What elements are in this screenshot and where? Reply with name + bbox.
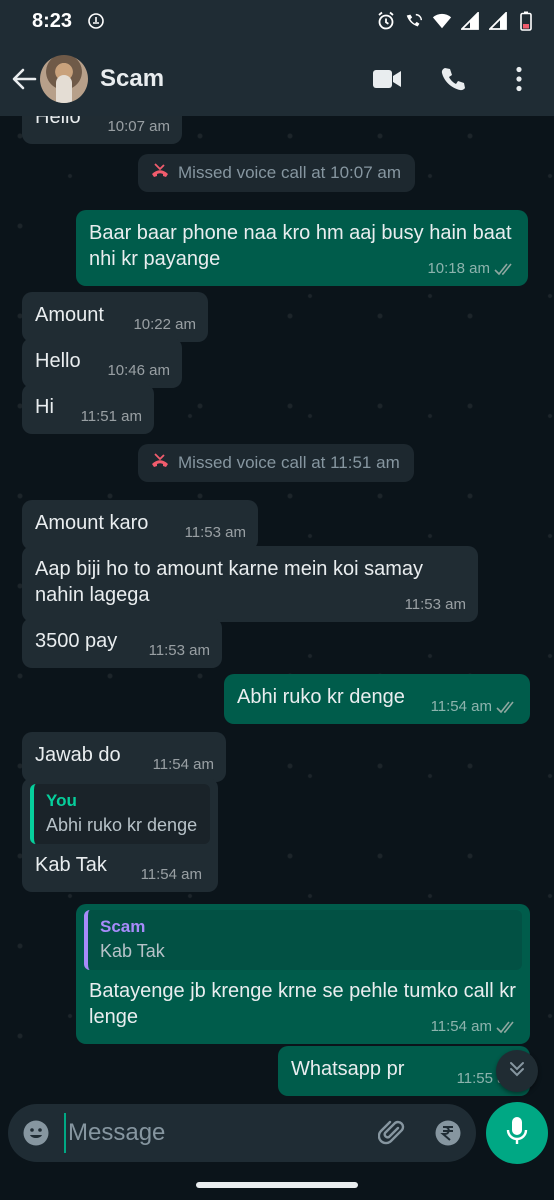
alarm-icon <box>376 11 396 31</box>
message-bubble[interactable]: 3500 pay 11:53 am <box>22 618 222 668</box>
message-time: 11:54 am <box>431 694 518 720</box>
mic-button[interactable] <box>486 1102 548 1164</box>
message-text: Amount <box>35 304 104 326</box>
time-label: 11:54 am <box>430 698 492 715</box>
message-input[interactable] <box>64 1113 378 1153</box>
reply-message-bubble[interactable]: Scam Kab Tak Batayenge jb krenge krne se… <box>76 904 530 1044</box>
avatar[interactable] <box>40 55 88 103</box>
message-bubble[interactable]: Abhi ruko kr denge 11:54 am <box>224 674 530 724</box>
time-label: 11:54 am <box>152 756 214 773</box>
time-label: 11:53 am <box>184 524 246 541</box>
missed-call-icon <box>150 161 170 186</box>
signal-icon-2 <box>488 11 508 31</box>
message-bubble[interactable]: Amount 10:22 am <box>22 292 208 342</box>
message-text: Hello <box>35 116 81 128</box>
message-time: 11:54 am <box>153 752 214 778</box>
double-tick-icon <box>496 1020 518 1034</box>
chat-area[interactable]: Hello 10:07 am Missed voice call at 10:0… <box>0 116 554 1100</box>
message-time: 11:54 am <box>431 1014 518 1040</box>
message-time: 11:51 am <box>81 404 142 430</box>
message-bubble[interactable]: Aap biji ho to amount karne mein koi sam… <box>22 546 478 622</box>
time-label: 10:18 am <box>427 260 490 277</box>
time-label: 11:51 am <box>80 408 142 425</box>
compose-bar <box>0 1100 554 1200</box>
message-bubble[interactable]: Hello 10:46 am <box>22 338 182 388</box>
message-bubble[interactable]: Jawab do 11:54 am <box>22 732 226 782</box>
reply-message-bubble[interactable]: You Abhi ruko kr denge Kab Tak 11:54 am <box>22 778 218 892</box>
message-time: 10:18 am <box>427 256 516 282</box>
more-options-icon[interactable] <box>504 64 534 94</box>
missed-call-notice[interactable]: Missed voice call at 11:51 am <box>138 444 414 482</box>
contact-name[interactable]: Scam <box>100 65 372 93</box>
back-arrow-icon[interactable] <box>10 65 38 93</box>
missed-call-text: Missed voice call at 11:51 am <box>178 453 400 472</box>
voice-call-icon[interactable] <box>438 64 468 94</box>
message-bubble[interactable]: Whatsapp pr 11:55 am <box>278 1046 530 1096</box>
scroll-down-icon <box>507 1059 527 1084</box>
time-label: 10:07 am <box>107 118 170 135</box>
message-time: 11:53 am <box>185 520 246 546</box>
quote-text: Kab Tak <box>100 941 165 961</box>
message-text: Whatsapp pr <box>291 1058 405 1080</box>
quoted-message[interactable]: You Abhi ruko kr denge <box>30 784 210 844</box>
time-label: 11:53 am <box>404 596 466 613</box>
attach-icon[interactable] <box>378 1119 406 1147</box>
message-text: Hello <box>35 350 81 372</box>
wifi-call-icon <box>404 11 424 31</box>
rupee-icon[interactable] <box>434 1119 462 1147</box>
quote-author: Scam <box>100 917 146 936</box>
missed-call-icon <box>150 451 170 476</box>
time-label: 11:54 am <box>430 1018 492 1035</box>
home-indicator[interactable] <box>196 1182 358 1188</box>
time-label: 10:46 am <box>107 362 170 379</box>
message-text: Kab Tak <box>35 854 107 876</box>
message-bubble[interactable]: Hi 11:51 am <box>22 384 154 434</box>
time-label: 11:54 am <box>140 866 202 883</box>
mic-icon <box>505 1116 529 1151</box>
message-text: Abhi ruko kr denge <box>237 686 405 708</box>
missed-call-notice[interactable]: Missed voice call at 10:07 am <box>138 154 415 192</box>
wifi-icon <box>432 11 452 31</box>
double-tick-icon <box>496 700 518 714</box>
video-call-icon[interactable] <box>372 64 402 94</box>
double-tick-icon <box>494 262 516 276</box>
message-text: 3500 pay <box>35 630 118 652</box>
chat-header: Scam <box>0 42 554 116</box>
status-bar: 8:23 <box>0 0 554 42</box>
data-saver-icon <box>86 11 106 31</box>
message-text: Aap biji ho to amount karne mein koi sam… <box>35 558 423 606</box>
message-time: 11:54 am <box>141 862 202 888</box>
message-time: 10:46 am <box>107 358 170 384</box>
message-bubble[interactable]: Hello 10:07 am <box>22 116 182 144</box>
quoted-message[interactable]: Scam Kab Tak <box>84 910 522 970</box>
signal-icon <box>460 11 480 31</box>
message-text: Amount karo <box>35 512 149 534</box>
emoji-icon[interactable] <box>22 1119 50 1147</box>
message-time: 11:53 am <box>149 638 210 664</box>
time-label: 10:22 am <box>133 316 196 333</box>
message-text: Jawab do <box>35 744 121 766</box>
missed-call-text: Missed voice call at 10:07 am <box>178 163 401 182</box>
status-time: 8:23 <box>32 9 73 32</box>
message-bubble[interactable]: Baar baar phone naa kro hm aaj busy hain… <box>76 210 528 286</box>
quote-author: You <box>46 791 77 810</box>
message-time: 10:22 am <box>133 312 196 338</box>
message-bubble[interactable]: Amount karo 11:53 am <box>22 500 258 550</box>
message-input-container[interactable] <box>8 1104 515 1162</box>
message-text: Hi <box>35 396 54 418</box>
battery-icon <box>516 11 536 31</box>
scroll-down-button[interactable] <box>496 1050 538 1092</box>
time-label: 11:53 am <box>148 642 210 659</box>
quote-text: Abhi ruko kr denge <box>46 815 198 835</box>
message-time: 10:07 am <box>107 116 170 140</box>
message-time: 11:53 am <box>405 592 466 618</box>
